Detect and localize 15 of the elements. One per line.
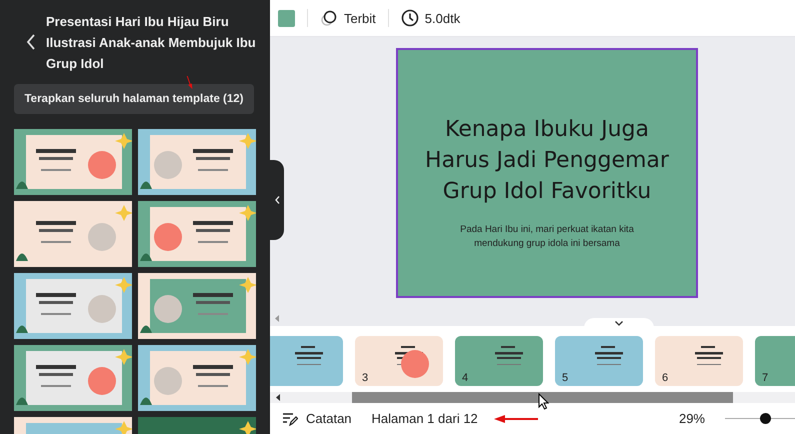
slide-title: Kenapa Ibuku Juga Harus Jadi Penggemar Grup Idol Favoritku [425, 116, 669, 206]
page-indicator: Halaman 1 dari 12 [372, 411, 478, 426]
page-number: 3 [362, 372, 368, 384]
slide[interactable]: Kenapa Ibuku Juga Harus Jadi Penggemar Grup Idol Favoritku Pada Hari Ibu ini, mari perkuat ikatan kita mendukung grup idola ini bersama [396, 48, 698, 298]
publish-button[interactable]: Terbit [320, 9, 376, 27]
notes-button[interactable]: Catatan [282, 411, 352, 426]
zoom-percent: 29% [678, 411, 705, 426]
duration-button[interactable]: 5.0dtk [400, 9, 460, 27]
template-title: Presentasi Hari Ibu Hijau Biru Ilustrasi Anak-anak Membujuk Ibu Grup Idol [46, 12, 256, 73]
page-number: 4 [462, 372, 468, 384]
slide-subtitle: Pada Hari Ibu ini, mari perkuat ikatan kita mendukung grup idola ini bersama [460, 223, 634, 251]
page-number: 7 [762, 372, 768, 384]
apply-template-button[interactable]: Terapkan seluruh halaman template (12) [14, 84, 254, 114]
page-number: 6 [662, 372, 668, 384]
page-number: 5 [562, 372, 568, 384]
